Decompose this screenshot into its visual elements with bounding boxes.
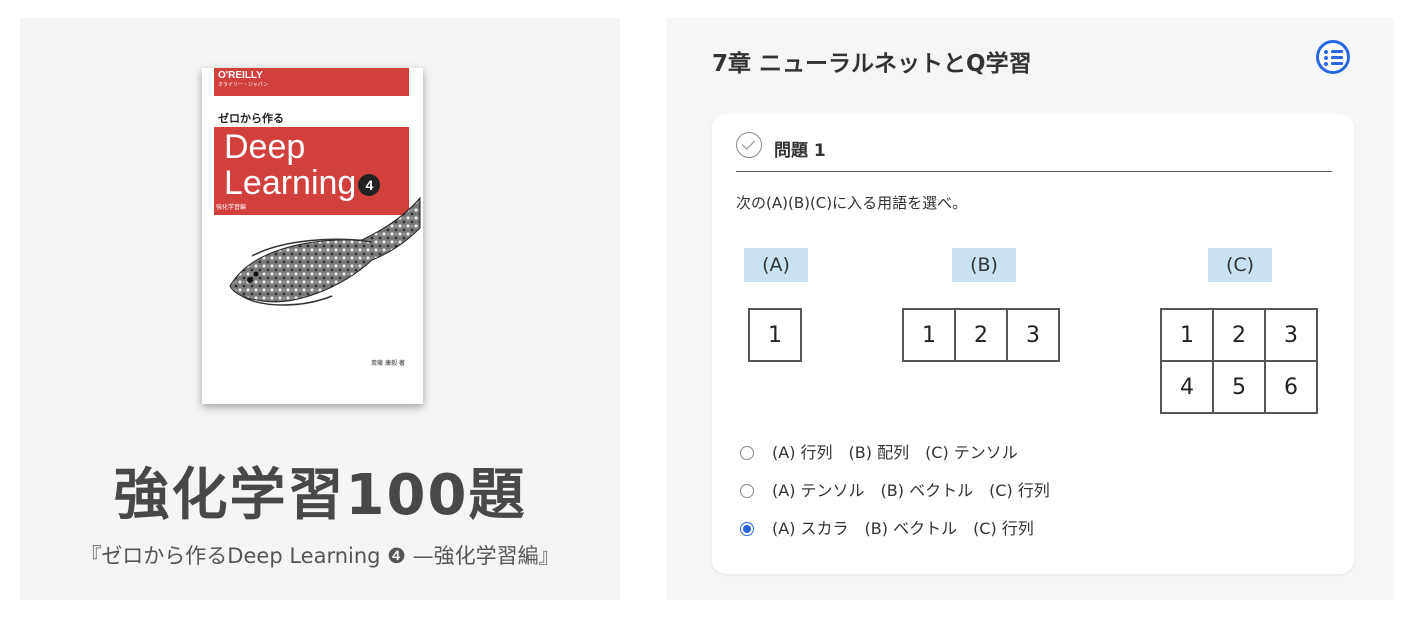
- book-panel: O'REILLY オライリー・ジャパン ゼロから作る Deep Learning…: [20, 18, 620, 600]
- flounder-illustration: [229, 196, 421, 306]
- question-label: 問題 1: [774, 141, 826, 161]
- list-icon-line: [1331, 56, 1343, 59]
- label-b: (B): [952, 248, 1016, 282]
- question-card: 問題 1 次の(A)(B)(C)に入る用語を選べ。 (A) (B) (C) 1 …: [712, 114, 1354, 574]
- grid-cell: 2: [954, 308, 1008, 362]
- book-reference: 『ゼロから作るDeep Learning ❹ —強化学習編』: [80, 544, 560, 568]
- page-title: 強化学習100題: [113, 463, 527, 528]
- grid-cell: 1: [748, 308, 802, 362]
- answer-option-text: (A) テンソル (B) ベクトル (C) 行列: [772, 481, 1050, 500]
- answer-option-3[interactable]: (A) スカラ (B) ベクトル (C) 行列: [740, 510, 1050, 548]
- answer-option-1[interactable]: (A) 行列 (B) 配列 (C) テンソル: [740, 434, 1050, 472]
- grid-cell: 3: [1006, 308, 1060, 362]
- check-circle-icon: [736, 132, 762, 158]
- radio-button[interactable]: [740, 446, 754, 460]
- cover-pre-title: ゼロから作る: [218, 112, 284, 125]
- list-icon-line: [1331, 62, 1343, 65]
- grid-cell: 3: [1264, 308, 1318, 362]
- grid-c-matrix: 1 2 3 4 5 6: [1160, 308, 1318, 414]
- grid-cell: 5: [1212, 360, 1266, 414]
- label-a: (A): [744, 248, 808, 282]
- cover-publisher-logo: O'REILLY オライリー・ジャパン: [214, 68, 409, 96]
- grid-cell: 1: [1160, 308, 1214, 362]
- grid-b-vector: 1 2 3: [902, 308, 1060, 362]
- grid-cell: 2: [1212, 308, 1266, 362]
- book-cover-image: O'REILLY オライリー・ジャパン ゼロから作る Deep Learning…: [202, 68, 423, 404]
- chapter-title: 7章 ニューラルネットとQ学習: [712, 51, 1032, 77]
- answer-option-2[interactable]: (A) テンソル (B) ベクトル (C) 行列: [740, 472, 1050, 510]
- quiz-panel: 7章 ニューラルネットとQ学習 問題 1 次の(A)(B)(C)に入る用語を選べ…: [666, 18, 1394, 600]
- cover-publisher-sub: オライリー・ジャパン: [218, 82, 269, 88]
- list-icon-dot: [1324, 62, 1328, 66]
- question-header: 問題 1: [736, 128, 1332, 172]
- list-icon-dot: [1324, 56, 1328, 60]
- cover-publisher-name: O'REILLY: [218, 70, 263, 81]
- cover-title-line1: Deep: [224, 128, 306, 166]
- label-c: (C): [1208, 248, 1272, 282]
- answer-option-text: (A) 行列 (B) 配列 (C) テンソル: [772, 443, 1018, 462]
- cover-author: 斎藤 康毅 著: [371, 360, 405, 367]
- question-text: 次の(A)(B)(C)に入る用語を選べ。: [736, 194, 968, 212]
- answer-option-text: (A) スカラ (B) ベクトル (C) 行列: [772, 519, 1034, 538]
- radio-button[interactable]: [740, 484, 754, 498]
- grid-cell: 1: [902, 308, 956, 362]
- table-of-contents-button[interactable]: [1316, 40, 1350, 74]
- radio-button[interactable]: [740, 522, 754, 536]
- list-icon-dot: [1324, 50, 1328, 54]
- grid-a-scalar: 1: [748, 308, 802, 362]
- grid-cell: 4: [1160, 360, 1214, 414]
- list-icon-line: [1331, 50, 1343, 53]
- grid-cell: 6: [1264, 360, 1318, 414]
- answer-options: (A) 行列 (B) 配列 (C) テンソル (A) テンソル (B) ベクトル…: [740, 434, 1050, 548]
